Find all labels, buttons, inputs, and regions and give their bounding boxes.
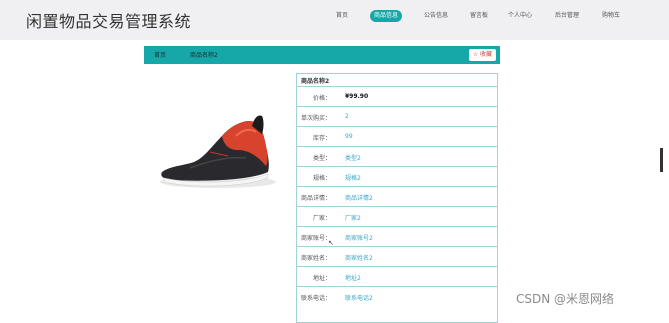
merchant-name-label: 商家姓名：	[300, 255, 331, 262]
nav-home[interactable]: 首页	[336, 10, 348, 22]
description-value: 商品详情2	[345, 195, 373, 202]
breadcrumb: 首页 商品名称2 ☆ 收藏	[144, 46, 500, 64]
nav-announcements[interactable]: 公告信息	[424, 10, 448, 22]
manufacturer-value: 厂家2	[345, 215, 361, 222]
favorite-button[interactable]: ☆ 收藏	[468, 49, 496, 61]
quantity-value: 2	[345, 113, 349, 120]
breadcrumb-current: 商品名称2	[190, 52, 218, 59]
detail-row-address: 地址： 地址2	[297, 266, 497, 286]
detail-row-price: 价格： ¥99.90	[297, 86, 497, 106]
detail-row-phone: 联系电话： 联系电话2	[297, 286, 497, 306]
nav-message-board[interactable]: 留言板	[470, 10, 488, 22]
type-value: 类型2	[345, 155, 361, 162]
spec-label: 规格：	[312, 175, 331, 182]
type-label: 类型：	[312, 155, 331, 162]
detail-row-quantity: 单次购买： 2	[297, 106, 497, 126]
detail-row-type: 类型： 类型2	[297, 146, 497, 166]
quantity-label: 单次购买：	[300, 115, 331, 122]
product-title: 商品名称2	[301, 78, 330, 85]
site-title: 闲置物品交易管理系统	[26, 12, 192, 31]
detail-row-spec: 规格： 规格2	[297, 166, 497, 186]
phone-value: 联系电话2	[345, 295, 373, 302]
top-header: 闲置物品交易管理系统 首页 商品信息 公告信息 留言板 个人中心 后台管理 购物…	[0, 0, 669, 40]
merchant-name-value: 商家姓名2	[345, 255, 373, 262]
watermark: CSDN @米恩网络	[516, 292, 615, 306]
merchant-account-value: 商家账号2	[345, 235, 373, 242]
price-label: 价格：	[312, 95, 331, 102]
description-label: 商品详情：	[300, 195, 331, 202]
breadcrumb-home[interactable]: 首页	[154, 50, 166, 59]
product-image	[150, 96, 278, 192]
merchant-account-label: 商家账号：	[300, 235, 331, 242]
stock-value: 99	[345, 133, 353, 140]
detail-row-stock: 库存： 99	[297, 126, 497, 146]
detail-row-manufacturer: 厂家： 厂家2	[297, 206, 497, 226]
nav-products[interactable]: 商品信息	[370, 10, 403, 22]
scrollbar-thumb[interactable]	[660, 148, 663, 172]
nav-cart[interactable]: 购物车	[602, 10, 620, 22]
detail-row-description: 商品详情： 商品详情2	[297, 186, 497, 206]
price-value: ¥99.90	[345, 93, 369, 100]
detail-row-merchant-account: 商家账号： 商家账号2 ↖	[297, 226, 497, 247]
product-detail-table: 商品名称2 价格： ¥99.90 单次购买： 2 库存： 99 类型： 类型2 …	[296, 73, 498, 323]
spec-value: 规格2	[345, 175, 361, 182]
detail-row-merchant-name: 商家姓名： 商家姓名2	[297, 246, 497, 266]
manufacturer-label: 厂家：	[312, 215, 331, 222]
address-label: 地址：	[312, 275, 331, 282]
stock-label: 库存：	[312, 135, 331, 142]
phone-label: 联系电话：	[300, 295, 331, 302]
sneaker-image	[160, 115, 276, 188]
nav-admin[interactable]: 后台管理	[555, 10, 579, 22]
nav-personal-center[interactable]: 个人中心	[508, 10, 532, 22]
address-value: 地址2	[345, 275, 361, 282]
